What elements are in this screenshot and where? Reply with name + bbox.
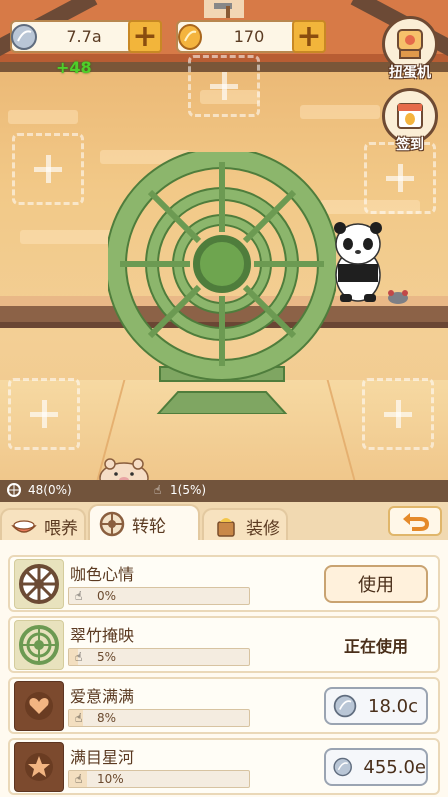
gold-currency: 170 + — [176, 20, 326, 53]
wall-brick — [300, 105, 380, 119]
wheel-percent: 10% — [97, 772, 124, 786]
back-button[interactable] — [388, 506, 442, 536]
wheel-percent: 8% — [97, 711, 117, 725]
checkin-label: 签到 — [396, 137, 424, 153]
tab-decorate[interactable]: 装修 — [202, 508, 288, 542]
brown-wheel-icon — [14, 559, 64, 609]
wheel-name: 翠竹掩映 — [70, 626, 135, 645]
wheel-percent: 0% — [97, 589, 117, 603]
bottom-panel: 喂养 转轮 装修 咖色心情 ☝ 0% 使用 翠竹掩映 ☝ 5% 正在使用 爱意满… — [0, 502, 448, 797]
back-arrow-icon — [403, 513, 430, 531]
wall-brick — [8, 110, 78, 124]
tab-feed-label: 喂养 — [44, 518, 78, 539]
star-wheel-icon — [14, 742, 64, 792]
list-item-wheel[interactable]: 咖色心情 ☝ 0% 使用 — [8, 555, 440, 612]
tap-hand-icon: ☝ — [75, 772, 83, 786]
mouse-character[interactable] — [385, 288, 411, 304]
buy-button[interactable]: 18.0c — [324, 687, 428, 725]
gold-egg-icon — [174, 22, 206, 52]
empty-slot[interactable] — [12, 133, 84, 205]
wheel-progress-bar: ☝ 5% — [68, 648, 250, 666]
price-text: 18.0c — [368, 695, 418, 717]
wheel-name: 咖色心情 — [70, 565, 135, 584]
tab-wheel[interactable]: 转轮 — [88, 504, 200, 542]
tab-feed[interactable]: 喂养 — [0, 508, 86, 542]
tap-hand-icon: ☝ — [75, 650, 83, 664]
silver-gem-icon — [8, 22, 40, 52]
tap-hand-icon: ☝ — [154, 483, 162, 497]
silver-currency: 7.7a + — [10, 20, 162, 53]
green-wheel-icon — [14, 620, 64, 670]
buy-button[interactable]: 455.0e — [324, 748, 428, 786]
list-item-wheel[interactable]: 翠竹掩映 ☝ 5% 正在使用 — [8, 616, 440, 673]
add-gold-button[interactable]: + — [292, 20, 326, 53]
wheel-small-icon — [6, 482, 22, 501]
game-scene: 7.7a + 170 + +48 扭蛋机 签到 — [0, 0, 448, 480]
tap-count-text: 1(5%) — [170, 483, 207, 497]
hamster-wheel[interactable] — [108, 152, 336, 414]
price-text: 455.0e — [363, 756, 426, 778]
heart-wheel-icon — [14, 681, 64, 731]
empty-slot[interactable] — [8, 378, 80, 450]
empty-slot[interactable] — [188, 55, 260, 117]
silver-gem-icon — [333, 694, 357, 718]
wheel-count-text: 48(0%) — [28, 483, 72, 497]
gacha-machine-label: 扭蛋机 — [389, 65, 431, 81]
wheel-name: 满目星河 — [70, 748, 135, 767]
silver-value: 7.7a — [66, 27, 102, 46]
silver-gem-icon — [333, 757, 352, 777]
hammer-icon[interactable] — [204, 0, 244, 20]
list-item-wheel[interactable]: 满目星河 ☝ 10% 455.0e — [8, 738, 440, 795]
gacha-machine-button[interactable]: 扭蛋机 — [376, 16, 444, 82]
use-button[interactable]: 使用 — [324, 565, 428, 603]
checkin-button[interactable]: 签到 — [376, 88, 444, 154]
wheel-percent: 5% — [97, 650, 117, 664]
in-use-status: 正在使用 — [343, 637, 408, 656]
wheel-progress-bar: ☝ 8% — [68, 709, 250, 727]
wall-brick — [20, 230, 120, 244]
empty-slot[interactable] — [362, 378, 434, 450]
panda-character[interactable] — [330, 220, 386, 304]
wheel-name: 爱意满满 — [70, 687, 135, 706]
status-bar: 48(0%) ☝ 1(5%) — [0, 480, 448, 502]
income-gain-text: +48 — [56, 58, 92, 77]
hamster-character[interactable] — [98, 454, 150, 480]
tap-hand-icon: ☝ — [75, 589, 83, 603]
tab-wheel-label: 转轮 — [132, 516, 166, 537]
add-silver-button[interactable]: + — [128, 20, 162, 53]
list-item-wheel[interactable]: 爱意满满 ☝ 8% 18.0c — [8, 677, 440, 734]
tab-bar: 喂养 转轮 装修 — [0, 502, 448, 542]
wheel-icon — [99, 511, 125, 537]
wheel-progress-bar: ☝ 0% — [68, 587, 250, 605]
paint-icon — [217, 518, 235, 537]
gold-value: 170 — [233, 27, 265, 46]
tab-decorate-label: 装修 — [246, 518, 280, 539]
wheel-list: 咖色心情 ☝ 0% 使用 翠竹掩映 ☝ 5% 正在使用 爱意满满 ☝ 8% 18… — [0, 540, 448, 797]
tap-hand-icon: ☝ — [75, 711, 83, 725]
wheel-progress-bar: ☝ 10% — [68, 770, 250, 788]
bowl-icon — [11, 520, 37, 533]
